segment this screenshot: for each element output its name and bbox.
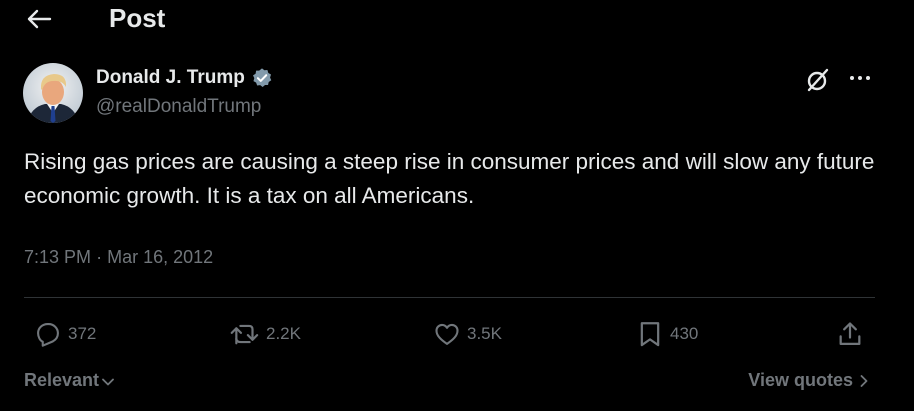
arrow-left-icon [27,9,52,29]
author-info: Donald J. Trump [96,65,273,91]
back-button[interactable] [22,4,56,34]
sort-label: Relevant [24,370,100,390]
like-count: 3.5K [467,324,502,343]
reply-button[interactable]: 372 [34,318,96,350]
post-timestamp: 7:13 PM · Mar 16, 2012 [24,244,213,270]
divider [24,297,875,298]
author-portrait-image [23,63,83,123]
post-time[interactable]: 7:13 PM [24,247,91,267]
repost-count: 2.2K [266,324,301,343]
share-icon [839,322,861,346]
like-button[interactable]: 3.5K [433,318,502,350]
heart-icon [435,323,459,345]
more-horizontal-icon [850,76,870,80]
share-button[interactable] [836,318,864,350]
post-text: Rising gas prices are causing a steep ri… [24,149,875,208]
page-title: Post [109,3,166,33]
top-bar: Post [0,0,914,40]
bookmark-icon [640,322,660,347]
bookmark-count: 430 [670,324,699,343]
author-name[interactable]: Donald J. Trump [96,67,245,89]
repost-icon [230,324,259,345]
repost-button[interactable]: 2.2K [230,318,301,350]
view-quotes-link[interactable]: View quotes [748,370,869,391]
reply-icon [37,323,59,347]
chevron-right-icon [860,374,868,387]
chevron-down-icon [102,378,114,386]
timestamp-separator: · [96,247,103,267]
author-handle[interactable]: @realDonaldTrump [96,96,261,118]
reply-count: 372 [68,324,97,343]
post-date[interactable]: Mar 16, 2012 [107,247,213,267]
more-options-button[interactable] [846,66,874,90]
bookmark-button[interactable]: 430 [636,318,698,350]
sort-replies-dropdown[interactable]: Relevant [24,370,115,391]
avatar[interactable] [23,63,83,123]
grok-button[interactable] [804,66,832,94]
view-quotes-label: View quotes [748,370,853,390]
grok-icon [807,68,829,92]
verified-badge-icon[interactable] [251,67,273,89]
